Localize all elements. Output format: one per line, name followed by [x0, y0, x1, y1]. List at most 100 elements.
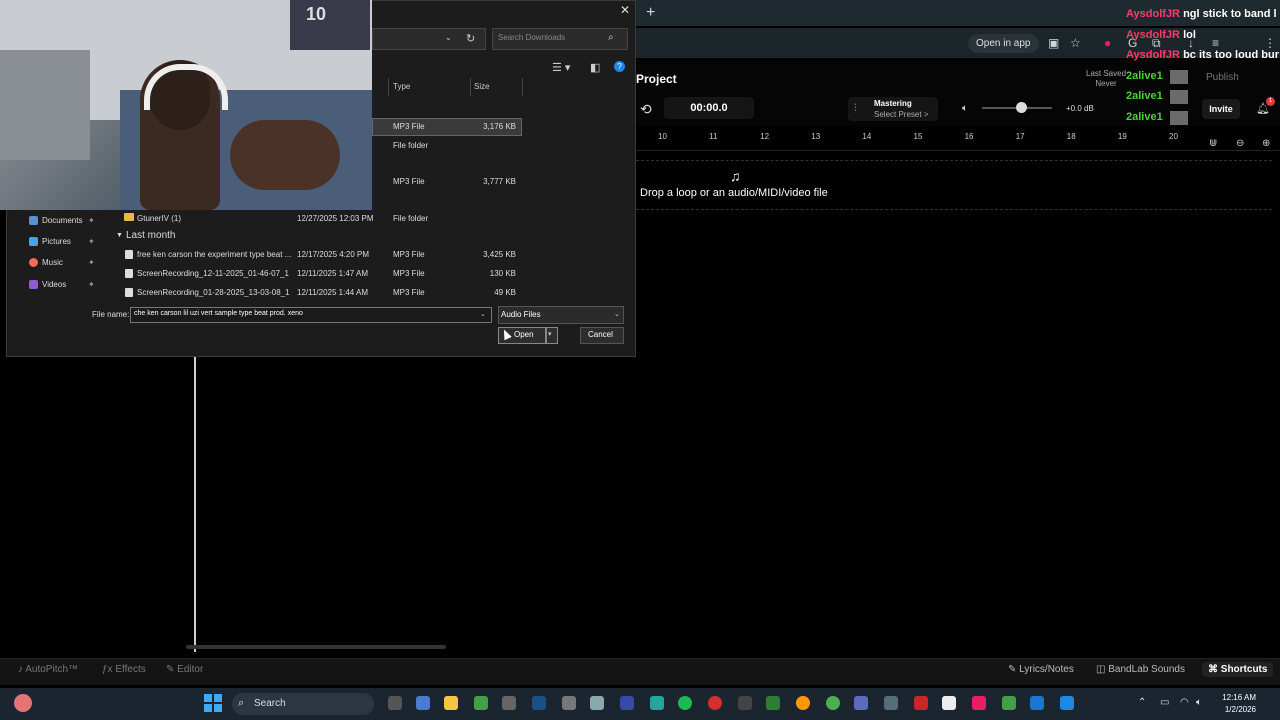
file-name-value: che ken carson lil uzi vert sample type …	[134, 310, 303, 317]
browser-menu-icon[interactable]: ⋮	[1264, 36, 1276, 50]
file-type[interactable]: File folder	[393, 141, 428, 150]
file-date: 12/11/2025 1:44 AM	[297, 288, 369, 297]
media-control-icon[interactable]: ≡	[1212, 36, 1219, 50]
wifi-icon[interactable]: ◠	[1180, 697, 1189, 708]
chevron-down-icon[interactable]: ▼	[116, 232, 123, 239]
app-icon[interactable]	[502, 696, 516, 710]
zoom-out-icon[interactable]: ⊖	[1236, 138, 1244, 149]
app-icon[interactable]	[620, 696, 634, 710]
bookmark-star-icon[interactable]: ☆	[1070, 36, 1081, 50]
chat-text: ngl stick to band l	[1183, 8, 1277, 20]
chevron-down-icon[interactable]: ⌄	[614, 310, 620, 318]
shortcuts-button[interactable]: ⌘ Shortcuts	[1202, 662, 1274, 677]
column-header-size[interactable]: Size	[474, 82, 490, 91]
settings-icon[interactable]	[590, 696, 604, 710]
file-name[interactable]: GtunerIV (1)	[137, 214, 291, 223]
loop-icon[interactable]: ⟲	[640, 101, 652, 118]
file-name[interactable]: free ken carson the experiment type beat…	[137, 250, 291, 259]
app-icon[interactable]	[914, 696, 928, 710]
chrome-icon[interactable]	[826, 696, 840, 710]
bandlab-sounds-button[interactable]: ◫ BandLab Sounds	[1096, 664, 1185, 675]
chat-avatar	[1170, 111, 1188, 125]
start-button[interactable]	[204, 694, 222, 712]
timeline-ruler[interactable]: 10 11 12 13 14 15 16 17 18 19 20	[636, 128, 1280, 151]
tiktok-icon[interactable]	[972, 696, 986, 710]
nav-pictures[interactable]: Pictures	[42, 237, 71, 246]
column-header-type[interactable]: Type	[393, 82, 410, 91]
open-in-app-button[interactable]: Open in app	[968, 34, 1039, 53]
edge-icon[interactable]	[650, 696, 664, 710]
obs-icon[interactable]	[562, 696, 576, 710]
steam-icon[interactable]	[532, 696, 546, 710]
task-view-icon[interactable]	[388, 696, 402, 710]
mute-icon[interactable]: 🔈︎	[962, 103, 968, 114]
horizontal-scrollbar[interactable]	[186, 645, 446, 649]
videos-icon	[29, 280, 38, 289]
chevron-down-icon[interactable]: ⌄	[480, 310, 486, 318]
column-divider[interactable]	[522, 78, 523, 96]
app-icon[interactable]	[942, 696, 956, 710]
xbox-icon[interactable]	[474, 696, 488, 710]
view-options-icon[interactable]: ☰ ▾	[552, 61, 570, 74]
nav-music[interactable]: Music	[42, 258, 63, 267]
cancel-button-label: Cancel	[588, 330, 613, 339]
file-name[interactable]: ScreenRecording_12-11-2025_01-46-07_1	[137, 269, 291, 278]
install-icon[interactable]: ▣	[1048, 36, 1059, 50]
column-divider[interactable]	[470, 78, 471, 96]
app-icon[interactable]	[1002, 696, 1016, 710]
widgets-icon[interactable]	[14, 694, 32, 712]
ruler-tick-label: 16	[964, 132, 974, 141]
file-type: MP3 File	[393, 269, 425, 278]
preview-pane-icon[interactable]: ◧	[590, 61, 600, 74]
ruler-tick-label: 12	[760, 132, 770, 141]
lyrics-notes-button[interactable]: ✎ Lyrics/Notes	[1008, 664, 1074, 675]
group-header[interactable]: Last month	[126, 230, 175, 241]
app-icon[interactable]	[796, 696, 810, 710]
file-type: MP3 File	[393, 288, 425, 297]
effects-button[interactable]: ƒx Effects	[102, 664, 146, 675]
extension-icon[interactable]: ●	[1104, 36, 1111, 50]
tray-app-icon[interactable]: ▭	[1160, 697, 1169, 708]
file-size: 49 KB	[494, 288, 516, 297]
file-explorer-icon[interactable]	[444, 696, 458, 710]
autopitch-button[interactable]: ♪ AutoPitch™	[18, 664, 78, 675]
file-name[interactable]: ScreenRecording_01-28-2025_13-03-08_1	[137, 288, 291, 297]
chat-message: 2alive1	[1126, 111, 1163, 123]
publish-button[interactable]: Publish	[1206, 72, 1239, 83]
snap-magnet-icon[interactable]: ⋓	[1209, 138, 1217, 149]
refresh-icon[interactable]: ↻	[466, 32, 475, 45]
spotify-icon[interactable]	[678, 696, 692, 710]
playhead[interactable]	[194, 356, 196, 652]
volume-icon[interactable]: 🔈︎	[1196, 697, 1202, 708]
master-volume-knob[interactable]	[1015, 102, 1027, 113]
mastering-title: Mastering	[874, 99, 912, 108]
zoom-in-icon[interactable]: ⊕	[1262, 138, 1270, 149]
new-tab-button[interactable]: +	[646, 4, 655, 22]
file-type[interactable]: MP3 File	[393, 177, 425, 186]
invite-button[interactable]: Invite	[1202, 99, 1240, 119]
app-icon[interactable]	[884, 696, 898, 710]
clock-date[interactable]: 1/2/2026	[1216, 705, 1256, 714]
nav-videos[interactable]: Videos	[42, 280, 66, 289]
close-icon[interactable]: ✕	[620, 3, 630, 17]
column-divider[interactable]	[388, 78, 389, 96]
project-title[interactable]: Project	[636, 72, 677, 86]
help-icon[interactable]: ?	[614, 61, 625, 72]
effects-label: Effects	[115, 664, 146, 675]
app-icon[interactable]	[766, 696, 780, 710]
copilot-icon[interactable]	[416, 696, 430, 710]
clock-time[interactable]: 12:16 AM	[1216, 693, 1256, 702]
opera-icon[interactable]	[708, 696, 722, 710]
editor-button[interactable]: ✎ Editor	[166, 664, 203, 675]
ruler-tick-label: 20	[1169, 132, 1178, 141]
app-icon[interactable]	[1030, 696, 1044, 710]
app-icon[interactable]	[1060, 696, 1074, 710]
file-type: MP3 File	[393, 250, 425, 259]
last-saved-label: Last Saved	[1086, 69, 1127, 78]
tray-overflow-icon[interactable]: ⌃	[1138, 697, 1146, 708]
nav-documents[interactable]: Documents	[42, 216, 82, 225]
chevron-down-icon[interactable]: ⌄	[445, 33, 452, 42]
chat-avatar	[1170, 70, 1188, 84]
app-icon[interactable]	[854, 696, 868, 710]
capcut-icon[interactable]	[738, 696, 752, 710]
